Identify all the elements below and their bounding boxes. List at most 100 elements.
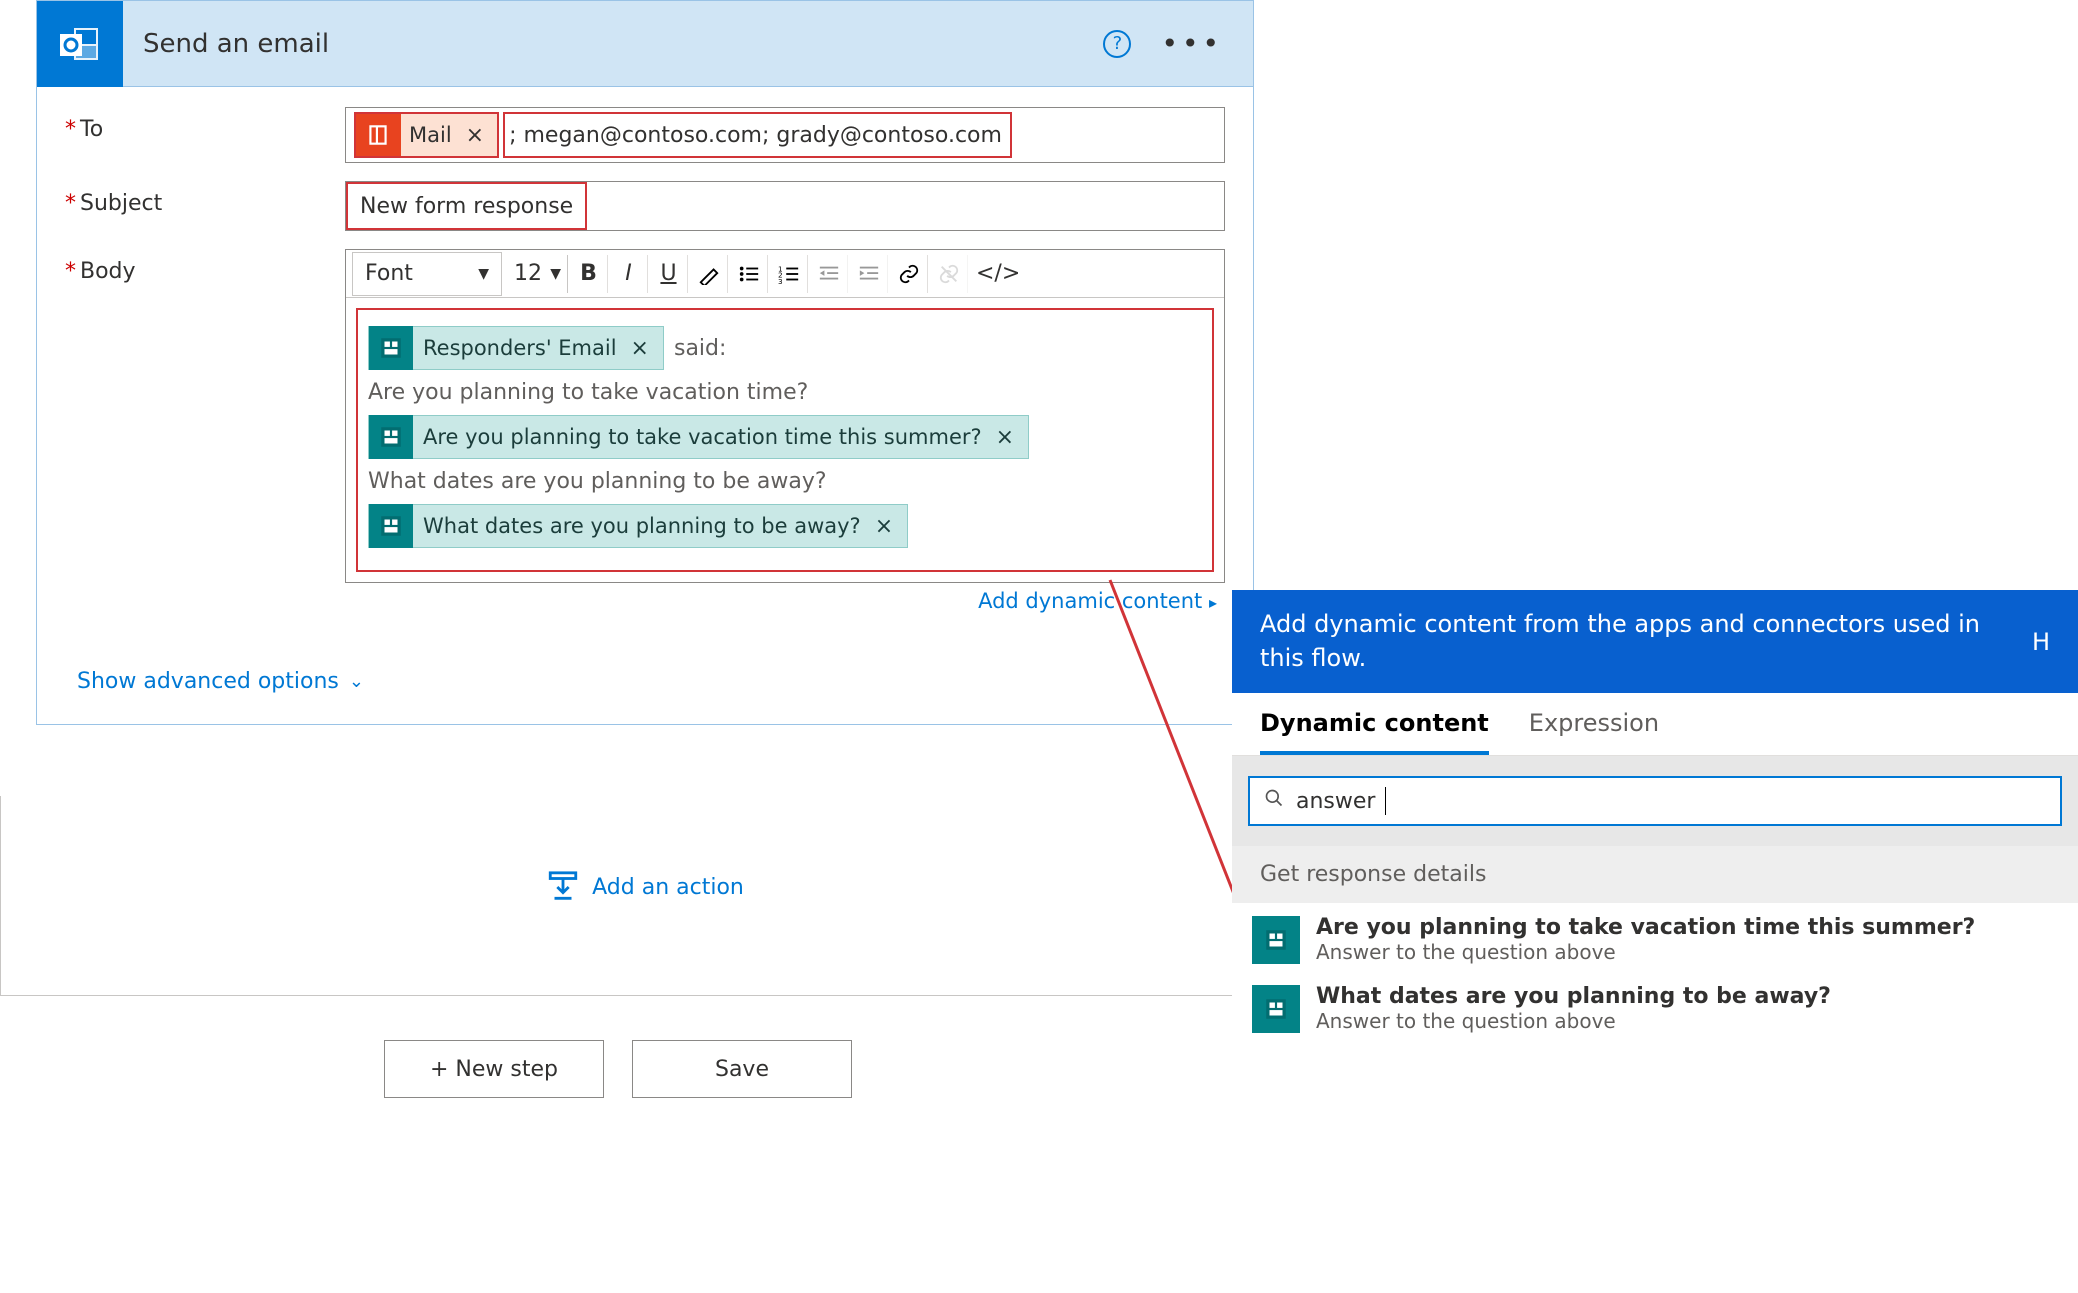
- unlink-button[interactable]: [930, 255, 968, 293]
- save-button[interactable]: Save: [632, 1040, 852, 1098]
- font-size-selector[interactable]: 12 ▼: [508, 255, 568, 293]
- dc-item-vacation[interactable]: Are you planning to take vacation time t…: [1252, 915, 2058, 964]
- numbered-list-button[interactable]: 123: [770, 255, 808, 293]
- forms-icon: [1252, 985, 1300, 1033]
- card-form-body: *To Mail × ; megan@contoso.com; grady@co…: [37, 87, 1253, 643]
- highlight-icon: [698, 263, 720, 285]
- dc-item-dates[interactable]: What dates are you planning to be away? …: [1252, 984, 2058, 1033]
- subject-input[interactable]: New form response: [345, 181, 1225, 231]
- link-icon: [898, 263, 920, 285]
- token-remove-x-icon[interactable]: ×: [992, 425, 1018, 450]
- italic-button[interactable]: I: [610, 255, 648, 293]
- body-text-q2: What dates are you planning to be away?: [368, 469, 1202, 494]
- to-label: *To: [65, 107, 345, 142]
- bullet-list-button[interactable]: [730, 255, 768, 293]
- token-label: Are you planning to take vacation time t…: [423, 425, 982, 449]
- token-label: What dates are you planning to be away?: [423, 514, 861, 538]
- bullet-list-icon: [738, 263, 760, 285]
- dc-item-text: Are you planning to take vacation time t…: [1316, 915, 1975, 964]
- token-responders-email[interactable]: Responders' Email ×: [368, 326, 664, 370]
- card-menu-ellipsis[interactable]: •••: [1151, 27, 1233, 60]
- show-advanced-text: Show advanced options: [77, 669, 339, 694]
- dc-item-subtitle: Answer to the question above: [1316, 940, 1975, 964]
- body-line-q1-answer: Are you planning to take vacation time t…: [368, 411, 1202, 463]
- dc-header-text: Add dynamic content from the apps and co…: [1260, 608, 2002, 675]
- subject-value: New form response: [346, 182, 587, 230]
- body-row: *Body Font ▼ 12 ▼ B I: [65, 249, 1225, 615]
- token-remove-x-icon[interactable]: ×: [871, 514, 897, 539]
- dc-item-text: What dates are you planning to be away? …: [1316, 984, 1831, 1033]
- dc-section-header: Get response details: [1232, 846, 2078, 903]
- to-chip-mail[interactable]: Mail ×: [354, 112, 499, 158]
- dc-search-input[interactable]: answer: [1248, 776, 2062, 826]
- forms-icon: [369, 326, 413, 370]
- office-icon: [355, 112, 401, 158]
- subject-label: *Subject: [65, 181, 345, 216]
- dc-item-title: Are you planning to take vacation time t…: [1316, 915, 1975, 940]
- bottom-button-row: + New step Save: [0, 1040, 1236, 1098]
- subject-label-text: Subject: [80, 191, 162, 216]
- outdent-icon: [818, 263, 840, 285]
- new-step-button[interactable]: + New step: [384, 1040, 604, 1098]
- indent-button[interactable]: [850, 255, 888, 293]
- add-dynamic-content-text: Add dynamic content: [978, 589, 1202, 613]
- dc-search-wrap: answer: [1232, 756, 2078, 846]
- to-row: *To Mail × ; megan@contoso.com; grady@co…: [65, 107, 1225, 163]
- caret-down-icon: ▼: [478, 266, 489, 282]
- unlink-icon: [938, 263, 960, 285]
- italic-icon: I: [625, 261, 632, 286]
- link-button[interactable]: [890, 255, 928, 293]
- add-action-text: Add an action: [592, 875, 744, 900]
- dc-item-list: Are you planning to take vacation time t…: [1232, 903, 2078, 1045]
- to-field-wrapper: Mail × ; megan@contoso.com; grady@contos…: [345, 107, 1225, 163]
- required-asterisk: *: [65, 259, 76, 284]
- dc-item-subtitle: Answer to the question above: [1316, 1009, 1831, 1033]
- font-selector[interactable]: Font ▼: [352, 252, 502, 296]
- subject-field-wrapper: New form response: [345, 181, 1225, 231]
- body-label: *Body: [65, 249, 345, 284]
- highlight-button[interactable]: [690, 255, 728, 293]
- outlook-svg-icon: [56, 20, 104, 68]
- dc-search-value: answer: [1296, 789, 1375, 814]
- required-asterisk: *: [65, 191, 76, 216]
- chip-remove-x-icon[interactable]: ×: [460, 123, 490, 148]
- bold-button[interactable]: B: [570, 255, 608, 293]
- outdent-button[interactable]: [810, 255, 848, 293]
- dc-header-help-truncated[interactable]: H: [2032, 628, 2050, 656]
- to-input[interactable]: Mail × ; megan@contoso.com; grady@contos…: [345, 107, 1225, 163]
- caret-right-icon: ▸: [1209, 593, 1217, 612]
- send-email-card: Send an email ? ••• *To Mail × ; megan@: [36, 0, 1254, 725]
- tab-expression[interactable]: Expression: [1529, 709, 1659, 755]
- tab-dynamic-content[interactable]: Dynamic content: [1260, 709, 1489, 755]
- font-size-label: 12: [514, 261, 542, 286]
- body-line-q2-answer: What dates are you planning to be away? …: [368, 500, 1202, 552]
- body-text-said: said:: [674, 336, 726, 361]
- forms-icon: [1252, 916, 1300, 964]
- caret-down-icon: ▼: [550, 266, 561, 282]
- to-text-remainder[interactable]: ; megan@contoso.com; grady@contoso.com: [503, 112, 1012, 158]
- dc-panel-header: Add dynamic content from the apps and co…: [1232, 590, 2078, 693]
- subject-row: *Subject New form response: [65, 181, 1225, 231]
- font-selector-label: Font: [365, 261, 413, 286]
- forms-icon: [369, 504, 413, 548]
- code-view-button[interactable]: </>: [970, 255, 1026, 293]
- help-icon[interactable]: ?: [1103, 30, 1131, 58]
- required-asterisk: *: [65, 117, 76, 142]
- card-title: Send an email: [143, 29, 1083, 59]
- svg-text:3: 3: [778, 277, 783, 285]
- token-label: Responders' Email: [423, 336, 617, 360]
- show-advanced-options-link[interactable]: Show advanced options ⌄: [37, 643, 1253, 724]
- add-action-link[interactable]: Add an action: [36, 870, 1254, 904]
- underline-button[interactable]: U: [650, 255, 688, 293]
- token-vacation-answer[interactable]: Are you planning to take vacation time t…: [368, 415, 1029, 459]
- dynamic-content-panel: Add dynamic content from the apps and co…: [1232, 590, 2078, 1200]
- body-editor-content[interactable]: Responders' Email × said: Are you planni…: [356, 308, 1214, 572]
- dc-item-title: What dates are you planning to be away?: [1316, 984, 1831, 1009]
- token-remove-x-icon[interactable]: ×: [627, 336, 653, 361]
- token-dates-answer[interactable]: What dates are you planning to be away? …: [368, 504, 908, 548]
- add-dynamic-content-link[interactable]: Add dynamic content ▸: [345, 583, 1225, 615]
- body-field-wrapper: Font ▼ 12 ▼ B I U: [345, 249, 1225, 615]
- card-header[interactable]: Send an email ? •••: [37, 1, 1253, 87]
- to-label-text: To: [80, 117, 103, 142]
- chevron-down-icon: ⌄: [349, 671, 364, 692]
